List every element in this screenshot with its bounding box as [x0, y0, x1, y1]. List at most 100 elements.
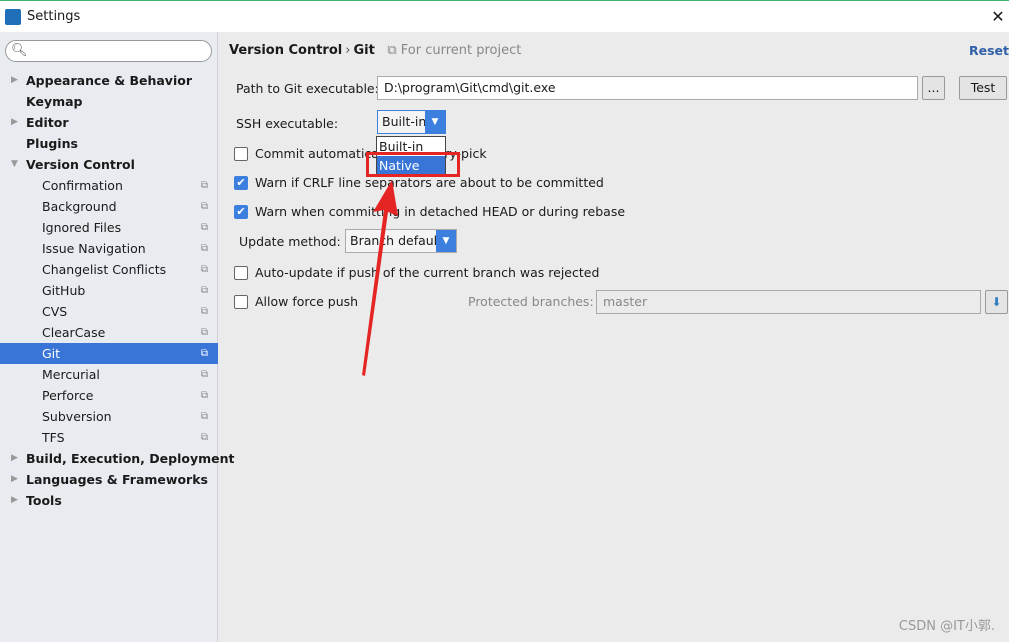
breadcrumb-item: Git: [353, 43, 375, 58]
sidebar-item-keymap[interactable]: Keymap: [0, 91, 218, 112]
sidebar-item-label: Appearance & Behavior: [26, 73, 192, 88]
annotation-highlight-box: [366, 152, 460, 177]
chevron-down-icon: ▼: [436, 230, 456, 252]
sidebar-item-github[interactable]: GitHub ⧉: [0, 280, 218, 301]
title-bar: Settings ✕: [0, 0, 1009, 32]
sidebar-item-confirmation[interactable]: Confirmation ⧉: [0, 175, 218, 196]
detached-head-checkbox[interactable]: ✔ Warn when committing in detached HEAD o…: [234, 204, 625, 219]
close-icon[interactable]: ✕: [987, 7, 1009, 26]
project-scope-icon: ⧉: [200, 348, 208, 359]
update-method-label: Update method:: [239, 234, 341, 249]
checkmark-icon: ✔: [234, 175, 248, 190]
search-icon: 🔍︎: [11, 43, 28, 58]
project-scope-icon: ⧉: [200, 264, 208, 275]
project-scope-icon: ⧉: [200, 327, 208, 338]
sidebar-item-perforce[interactable]: Perforce ⧉: [0, 385, 218, 406]
checkbox-icon: [234, 294, 248, 309]
breadcrumb: Version Control › Git ⧉ For current projec…: [229, 43, 522, 58]
sidebar-item-mercurial[interactable]: Mercurial ⧉: [0, 364, 218, 385]
sidebar-item-label: Ignored Files: [42, 220, 122, 235]
sidebar-item-cvs[interactable]: CVS ⧉: [0, 301, 218, 322]
sidebar: 🔍︎ ▶ Appearance & Behavior Keymap ▶ Editor Pl…: [0, 32, 234, 642]
chevron-right-icon[interactable]: ▶: [11, 70, 18, 91]
sidebar-item-label: Git: [42, 346, 61, 361]
chevron-right-icon[interactable]: ▶: [11, 469, 18, 490]
sidebar-item-label: Editor: [26, 115, 69, 130]
sidebar-item-label: ClearCase: [42, 325, 106, 340]
sidebar-item-clearcase[interactable]: ClearCase ⧉: [0, 322, 218, 343]
project-scope-icon: ⧉: [200, 369, 208, 380]
breadcrumb-item: Version Control: [229, 43, 343, 58]
sidebar-item-appearance-behavior[interactable]: ▶ Appearance & Behavior: [0, 70, 218, 91]
git-path-input[interactable]: D:\program\Git\cmd\git.exe: [377, 76, 918, 100]
auto-update-checkbox[interactable]: Auto-update if push of the current branc…: [234, 265, 599, 280]
sidebar-item-git[interactable]: Git ⧉: [0, 343, 218, 364]
app-logo-icon: [5, 8, 21, 25]
checkbox-icon: [234, 265, 248, 280]
sidebar-item-label: Keymap: [26, 94, 83, 109]
chevron-right-icon[interactable]: ▶: [11, 112, 18, 133]
sidebar-item-label: CVS: [42, 304, 68, 319]
protected-branches-input[interactable]: master: [596, 290, 981, 314]
project-scope-icon: ⧉: [200, 222, 208, 233]
update-method-select[interactable]: Branch default ▼: [345, 229, 457, 253]
crlf-checkbox[interactable]: ✔ Warn if CRLF line separators are about …: [234, 175, 604, 190]
project-scope-icon: ⧉: [200, 180, 208, 191]
sidebar-item-ignored-files[interactable]: Ignored Files ⧉: [0, 217, 218, 238]
chevron-down-icon[interactable]: ▼: [11, 154, 18, 175]
chevron-down-icon: ▼: [425, 111, 445, 133]
sidebar-item-plugins[interactable]: Plugins: [0, 133, 218, 154]
sidebar-item-editor[interactable]: ▶ Editor: [0, 112, 218, 133]
ssh-executable-select[interactable]: Built-in ▼: [377, 110, 446, 134]
ssh-label: SSH executable:: [236, 116, 339, 131]
project-scope-icon: ⧉: [200, 306, 208, 317]
window-title: Settings: [27, 9, 81, 24]
chevron-right-icon[interactable]: ▶: [11, 448, 18, 469]
sidebar-item-changelist-conflicts[interactable]: Changelist Conflicts ⧉: [0, 259, 218, 280]
sidebar-item-label: GitHub: [42, 283, 86, 298]
checkbox-icon: [234, 146, 248, 161]
test-button[interactable]: Test: [959, 76, 1007, 100]
watermark: CSDN @IT小郭.: [898, 619, 995, 634]
sidebar-item-issue-navigation[interactable]: Issue Navigation ⧉: [0, 238, 218, 259]
project-scope-icon: ⧉: [200, 411, 208, 422]
path-label: Path to Git executable:: [236, 81, 379, 96]
ssh-selected-value: Built-in: [382, 114, 427, 129]
project-scope-icon: ⧉: [200, 285, 208, 296]
checkbox-label: Warn when committing in detached HEAD or…: [255, 204, 626, 219]
sidebar-item-version-control[interactable]: ▼ Version Control: [0, 154, 218, 175]
project-scope-icon: ⧉: [387, 43, 397, 58]
sidebar-item-tfs[interactable]: TFS ⧉: [0, 427, 218, 448]
sidebar-item-background[interactable]: Background ⧉: [0, 196, 218, 217]
settings-tree: ▶ Appearance & Behavior Keymap ▶ Editor Plugi…: [0, 70, 234, 511]
chevron-right-icon[interactable]: ▶: [11, 490, 18, 511]
sidebar-item-subversion[interactable]: Subversion ⧉: [0, 406, 218, 427]
sidebar-item-label: Perforce: [42, 388, 94, 403]
git-settings-panel: Version Control › Git ⧉ For current projec…: [219, 32, 1009, 642]
update-method-value: Branch default: [350, 233, 443, 248]
sidebar-item-build-execution-deployment[interactable]: ▶ Build, Execution, Deployment: [0, 448, 234, 469]
checkmark-icon: ✔: [234, 204, 248, 219]
expand-field-icon[interactable]: ⬇: [985, 290, 1008, 314]
sidebar-item-label: Changelist Conflicts: [42, 262, 167, 277]
sidebar-item-languages-frameworks[interactable]: ▶ Languages & Frameworks: [0, 469, 218, 490]
reset-link[interactable]: Reset: [969, 43, 1009, 58]
sidebar-item-label: Mercurial: [42, 367, 100, 382]
project-scope-icon: ⧉: [200, 390, 208, 401]
sidebar-item-tools[interactable]: ▶ Tools: [0, 490, 218, 511]
browse-button[interactable]: ...: [922, 76, 945, 100]
project-scope-icon: ⧉: [200, 243, 208, 254]
sidebar-item-label: Languages & Frameworks: [26, 472, 208, 487]
force-push-checkbox[interactable]: Allow force push: [234, 294, 358, 309]
checkbox-label: Warn if CRLF line separators are about t…: [255, 175, 604, 190]
sidebar-item-label: Confirmation: [42, 178, 123, 193]
search-input[interactable]: 🔍︎: [5, 40, 212, 62]
sidebar-item-label: Build, Execution, Deployment: [26, 451, 235, 466]
checkbox-label: Allow force push: [255, 294, 359, 309]
scope-hint: For current project: [400, 43, 522, 58]
sidebar-item-label: Version Control: [26, 157, 135, 172]
checkbox-label: Auto-update if push of the current branc…: [255, 265, 600, 280]
sidebar-item-label: Subversion: [42, 409, 112, 424]
sidebar-item-label: Tools: [26, 493, 62, 508]
sidebar-item-label: Background: [42, 199, 117, 214]
